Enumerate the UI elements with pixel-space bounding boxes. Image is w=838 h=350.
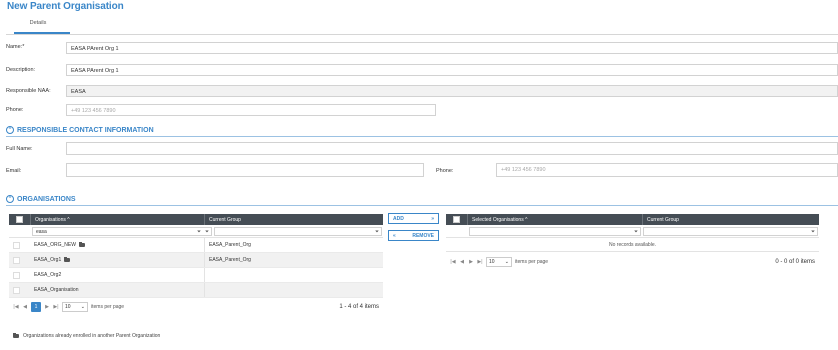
phone-field[interactable]: +49 123 456 7890 (66, 104, 436, 116)
pager-range: 1 - 4 of 4 items (339, 304, 379, 310)
page-title: New Parent Organisation (7, 1, 124, 12)
chevron-up-circle-icon: ⌃ (6, 195, 14, 203)
items-per-page-label: items per page (91, 304, 125, 310)
table-row[interactable]: EASA_Organisation (9, 283, 383, 298)
org-filter-input[interactable]: easa ⏷ ⏷ (32, 227, 212, 236)
fullname-label: Full Name: (6, 146, 33, 152)
legend-text: Organizations already enrolled in anothe… (23, 333, 161, 339)
col-current-group[interactable]: Current Group (643, 214, 819, 225)
email-label: Email: (6, 168, 22, 174)
org-group (205, 268, 383, 282)
email-field[interactable] (66, 163, 424, 177)
prev-page-icon[interactable]: ◀ (22, 304, 28, 310)
contact-section-divider (6, 136, 838, 137)
tab-divider (6, 34, 838, 35)
select-all-cell (9, 214, 31, 225)
tab-details[interactable]: Details (20, 20, 56, 26)
contact-section-title: RESPONSIBLE CONTACT INFORMATION (17, 126, 154, 134)
remove-button[interactable]: « REMOVE (388, 230, 439, 241)
add-button[interactable]: ADD » (388, 213, 439, 224)
clear-filter-icon[interactable]: ⏷ (205, 229, 209, 235)
chevron-up-circle-icon: ⌃ (6, 126, 14, 134)
left-pager: |◀ ◀ 1 ▶ ▶| 10 ⌄ items per page 1 - 4 of… (9, 298, 383, 316)
org-group: EASA_Parent_Org (209, 257, 251, 263)
funnel-icon[interactable]: ⏷ (197, 229, 201, 235)
folder-icon (64, 257, 71, 262)
col-current-group[interactable]: Current Group (205, 214, 383, 225)
group-filter-input[interactable]: ⏷ (643, 227, 818, 236)
table-row[interactable]: EASA_ORG_NEW EASA_Parent_Org (9, 238, 383, 253)
prev-page-icon[interactable]: ◀ (459, 259, 465, 265)
organisations-section-divider (6, 205, 838, 206)
selected-organisations-grid: Selected Organisations ^ Current Group ⏷… (446, 214, 819, 270)
double-chevron-left-icon: « (393, 232, 396, 239)
funnel-icon[interactable]: ⏷ (634, 229, 638, 235)
funnel-icon[interactable]: ⏷ (375, 229, 379, 235)
enrolled-legend: Organizations already enrolled in anothe… (13, 333, 160, 339)
selected-filter-input[interactable]: ⏷ (469, 227, 641, 236)
page-size-value: 10 (65, 304, 71, 310)
filter-row: easa ⏷ ⏷ ⏷ (9, 225, 383, 238)
org-group: EASA_Parent_Org (209, 242, 251, 248)
pager-range: 0 - 0 of 0 items (775, 258, 815, 265)
grid-header: Organisations ^ Current Group (9, 214, 383, 225)
description-field[interactable]: EASA PArent Org 1 (66, 64, 838, 76)
naa-field: EASA (66, 85, 838, 97)
first-page-icon[interactable]: |◀ (13, 304, 19, 310)
org-filter-value: easa (36, 228, 47, 235)
next-page-icon[interactable]: ▶ (44, 304, 50, 310)
double-chevron-right-icon: » (431, 215, 434, 222)
select-all-checkbox[interactable] (16, 216, 23, 223)
folder-icon (13, 333, 19, 338)
row-checkbox[interactable] (13, 241, 20, 249)
remove-label: REMOVE (412, 232, 434, 239)
empty-records-message: No records available. (446, 238, 819, 252)
page-size-value: 10 (489, 258, 495, 265)
org-name: EASA_Org2 (34, 272, 62, 278)
organisations-grid: Organisations ^ Current Group easa ⏷ ⏷ ⏷… (9, 214, 383, 316)
organisations-section-title: ORGANISATIONS (17, 195, 76, 203)
contact-phone-label: Phone: (436, 168, 454, 174)
org-group (205, 283, 383, 297)
name-label: Name:* (6, 44, 25, 50)
last-page-icon[interactable]: ▶| (477, 259, 483, 265)
next-page-icon[interactable]: ▶ (468, 259, 474, 265)
chevron-down-icon: ⌄ (504, 258, 509, 265)
contact-phone-field[interactable]: +49 123 456 7890 (496, 163, 838, 177)
name-field[interactable]: EASA PArent Org 1 (66, 42, 838, 54)
contact-section-header[interactable]: ⌃ RESPONSIBLE CONTACT INFORMATION (6, 126, 154, 134)
add-label: ADD (393, 215, 404, 222)
description-label: Description: (6, 67, 36, 73)
col-organisations[interactable]: Organisations ^ (31, 214, 205, 225)
phone-label: Phone: (6, 107, 24, 113)
group-filter-input[interactable]: ⏷ (214, 227, 382, 236)
first-page-icon[interactable]: |◀ (450, 259, 456, 265)
chevron-down-icon: ⌄ (80, 304, 85, 310)
grid-header: Selected Organisations ^ Current Group (446, 214, 819, 225)
page-size-select[interactable]: 10 ⌄ (62, 302, 88, 312)
table-row[interactable]: EASA_Org2 (9, 268, 383, 283)
org-name: EASA_Org1 (34, 257, 62, 263)
page-size-select[interactable]: 10 ⌄ (486, 256, 512, 267)
right-pager: |◀ ◀ ▶ ▶| 10 ⌄ items per page 0 - 0 of 0… (446, 253, 819, 270)
fullname-field[interactable] (66, 142, 838, 155)
last-page-icon[interactable]: ▶| (53, 304, 59, 310)
naa-label: Responsible NAA: (6, 88, 51, 94)
col-selected-organisations[interactable]: Selected Organisations ^ (468, 214, 643, 225)
funnel-icon[interactable]: ⏷ (811, 229, 815, 235)
folder-icon (78, 242, 85, 247)
organisations-section-header[interactable]: ⌃ ORGANISATIONS (6, 195, 76, 203)
row-checkbox[interactable] (13, 286, 20, 294)
filter-row: ⏷ ⏷ (446, 225, 819, 238)
select-all-checkbox[interactable] (453, 216, 460, 223)
row-checkbox[interactable] (13, 256, 20, 264)
current-page[interactable]: 1 (31, 302, 41, 312)
table-row[interactable]: EASA_Org1 EASA_Parent_Org (9, 253, 383, 268)
row-checkbox[interactable] (13, 271, 20, 279)
org-name: EASA_ORG_NEW (34, 242, 76, 248)
org-name: EASA_Organisation (34, 287, 79, 293)
items-per-page-label: items per page (515, 258, 549, 265)
